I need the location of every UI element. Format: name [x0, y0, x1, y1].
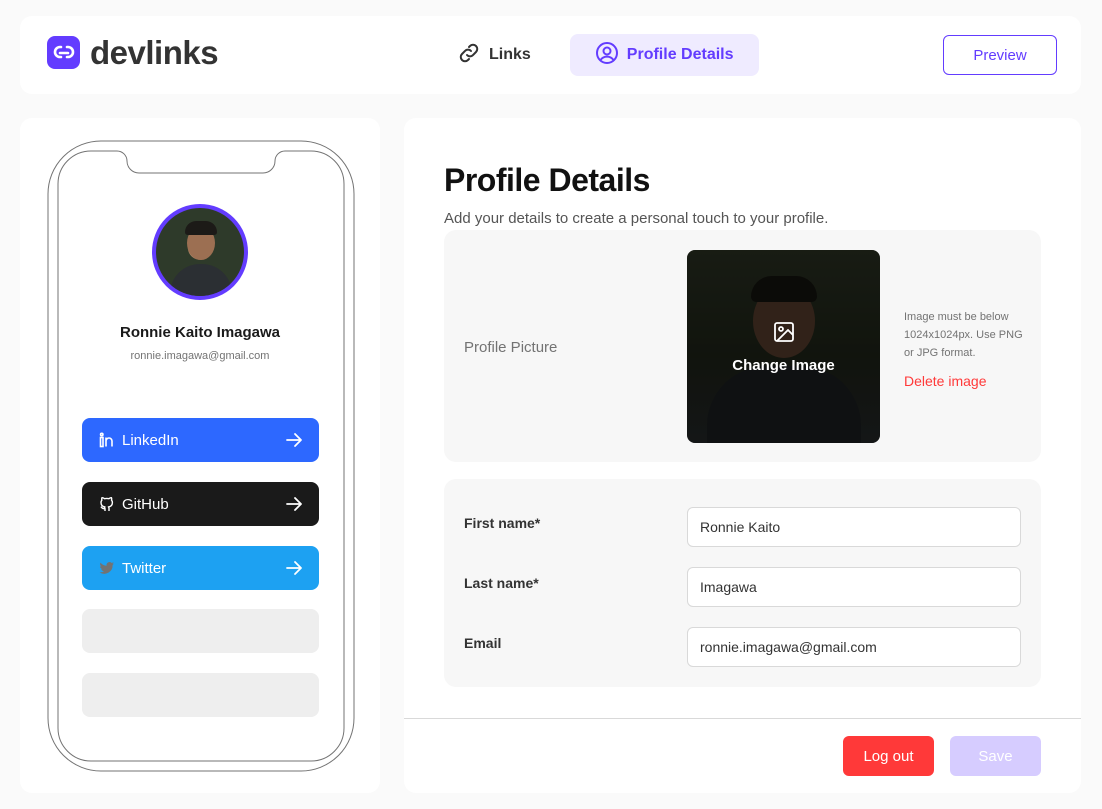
logo-icon: [47, 36, 80, 69]
preview-email: ronnie.imagawa@gmail.com: [130, 350, 270, 362]
tab-profile-details[interactable]: Profile Details: [569, 34, 759, 76]
delete-image-link[interactable]: Delete image: [904, 373, 987, 389]
profile-details-panel: Profile Details Add your details to crea…: [404, 118, 1081, 793]
github-icon: [98, 495, 116, 513]
twitter-icon: [98, 559, 116, 577]
logo[interactable]: devlinks: [47, 34, 219, 71]
tab-profile-details-label: Profile Details: [626, 46, 734, 63]
first-name-field[interactable]: [687, 507, 1021, 547]
arrow-right-icon: [285, 431, 303, 449]
preview-link-github[interactable]: GitHub: [82, 482, 319, 526]
preview-name: Ronnie Kaito Imagawa: [119, 324, 281, 341]
preview-link-placeholder: [82, 673, 319, 717]
email-label: Email: [464, 635, 502, 651]
preview-link-label: GitHub: [122, 495, 169, 513]
phone-preview-panel: Ronnie Kaito Imagawa ronnie.imagawa@gmai…: [20, 118, 380, 793]
profile-picture-upload[interactable]: Change Image: [687, 250, 880, 443]
nav-tabs: Links Profile Details: [432, 34, 759, 76]
profile-picture-section: Profile Picture Change Image Image must …: [444, 230, 1041, 462]
preview-link-placeholder: [82, 609, 319, 653]
page-title: Profile Details: [444, 162, 650, 198]
first-name-label: First name*: [464, 515, 541, 531]
arrow-right-icon: [285, 495, 303, 513]
change-image-label: Change Image: [732, 357, 835, 374]
preview-link-label: LinkedIn: [122, 431, 179, 449]
top-nav: devlinks Links Profile Details Preview: [20, 16, 1081, 94]
footer-divider: [404, 718, 1081, 719]
link-icon: [457, 41, 481, 70]
avatar: [152, 204, 248, 300]
image-icon: [772, 320, 796, 349]
picture-requirements-note: Image must be below 1024x1024px. Use PNG…: [904, 311, 1023, 359]
preview-button[interactable]: Preview: [943, 35, 1057, 75]
profile-form: First name* Last name* Email: [444, 479, 1041, 687]
arrow-right-icon: [285, 559, 303, 577]
email-field[interactable]: [687, 627, 1021, 667]
preview-link-linkedin[interactable]: LinkedIn: [82, 418, 319, 462]
save-button[interactable]: Save: [950, 736, 1041, 776]
preview-link-twitter[interactable]: Twitter: [82, 546, 319, 590]
tab-links[interactable]: Links: [432, 34, 556, 76]
last-name-field[interactable]: [687, 567, 1021, 607]
logo-text: devlinks: [90, 34, 219, 71]
user-circle-icon: [595, 41, 619, 70]
profile-picture-label: Profile Picture: [464, 339, 558, 356]
page-subtitle: Add your details to create a personal to…: [444, 210, 829, 227]
linkedin-icon: [98, 431, 116, 449]
last-name-label: Last name*: [464, 575, 539, 591]
tab-links-label: Links: [489, 46, 531, 63]
logout-button[interactable]: Log out: [843, 736, 934, 776]
preview-link-label: Twitter: [122, 559, 167, 577]
